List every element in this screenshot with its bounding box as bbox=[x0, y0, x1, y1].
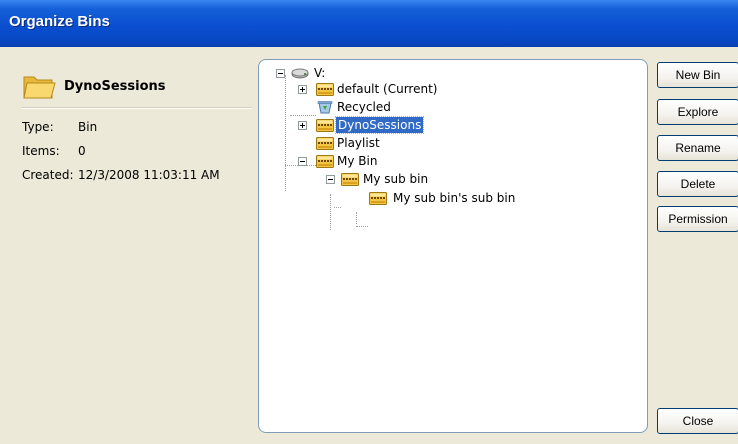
tree-connector bbox=[356, 226, 368, 227]
bin-icon bbox=[316, 154, 334, 168]
tree-node-root[interactable]: V: bbox=[276, 65, 396, 81]
permission-button[interactable]: Permission bbox=[657, 206, 738, 232]
tree-node-default[interactable]: default (Current) bbox=[298, 81, 478, 97]
property-label: Items: bbox=[22, 144, 60, 158]
folder-icon bbox=[23, 76, 56, 99]
bin-name: DynoSessions bbox=[64, 79, 166, 94]
tree-node-label: DynoSessions bbox=[334, 116, 425, 134]
tree-connector bbox=[285, 75, 286, 191]
tree-node-label: Playlist bbox=[337, 136, 380, 150]
bin-icon bbox=[316, 136, 334, 150]
divider bbox=[22, 107, 252, 109]
tree-connector bbox=[290, 115, 316, 116]
rename-button[interactable]: Rename bbox=[657, 135, 738, 161]
expand-icon[interactable] bbox=[298, 85, 307, 94]
bin-details-panel: DynoSessions Type: Bin Items: 0 Created: 12… bbox=[0, 47, 258, 444]
property-value: Bin bbox=[78, 120, 98, 134]
title-bar[interactable]: Organize Bins bbox=[0, 0, 738, 47]
tree-node-label: default (Current) bbox=[337, 82, 438, 96]
tree-node-playlist[interactable]: Playlist bbox=[316, 135, 436, 151]
bin-icon bbox=[369, 191, 387, 205]
property-created: Created: 12/3/2008 11:03:11 AM bbox=[22, 168, 220, 182]
property-label: Type: bbox=[22, 120, 54, 134]
collapse-icon[interactable] bbox=[276, 69, 285, 78]
collapse-icon[interactable] bbox=[326, 175, 335, 184]
close-button[interactable]: Close bbox=[657, 408, 738, 434]
property-type: Type: Bin bbox=[22, 120, 97, 134]
tree-node-label: Recycled bbox=[337, 100, 391, 114]
tree-node-recycled[interactable]: Recycled bbox=[316, 99, 436, 115]
bin-tree[interactable]: V: default (Current) Recycled DynoSessio… bbox=[258, 59, 648, 433]
new-bin-button[interactable]: New Bin bbox=[657, 62, 738, 88]
tree-node-my-sub-bin[interactable]: My sub bin bbox=[326, 171, 466, 187]
property-value: 0 bbox=[78, 144, 86, 158]
drive-icon bbox=[291, 68, 309, 79]
tree-node-label: My sub bin's sub bin bbox=[393, 191, 516, 205]
tree-connector bbox=[356, 212, 357, 224]
bin-icon bbox=[316, 118, 334, 132]
tree-connector bbox=[330, 194, 331, 230]
property-label: Created: bbox=[22, 168, 74, 182]
explore-button[interactable]: Explore bbox=[657, 99, 738, 125]
expand-icon[interactable] bbox=[298, 121, 307, 130]
tree-node-label: My Bin bbox=[337, 154, 378, 168]
tree-node-my-bin[interactable]: My Bin bbox=[298, 153, 418, 169]
tree-node-my-sub-bins-sub-bin[interactable]: My sub bin's sub bin bbox=[369, 190, 549, 206]
bin-icon bbox=[341, 172, 359, 186]
tree-node-label: My sub bin bbox=[363, 172, 429, 186]
tree-node-dynosessions[interactable]: DynoSessions bbox=[298, 116, 478, 134]
collapse-icon[interactable] bbox=[298, 157, 307, 166]
tree-connector bbox=[334, 207, 341, 208]
window-title: Organize Bins bbox=[9, 13, 110, 30]
property-items: Items: 0 bbox=[22, 144, 86, 158]
tree-node-label: V: bbox=[314, 66, 326, 80]
bin-icon bbox=[316, 82, 334, 96]
property-value: 12/3/2008 11:03:11 AM bbox=[78, 168, 220, 182]
delete-button[interactable]: Delete bbox=[657, 171, 738, 197]
recycle-icon bbox=[317, 101, 333, 114]
